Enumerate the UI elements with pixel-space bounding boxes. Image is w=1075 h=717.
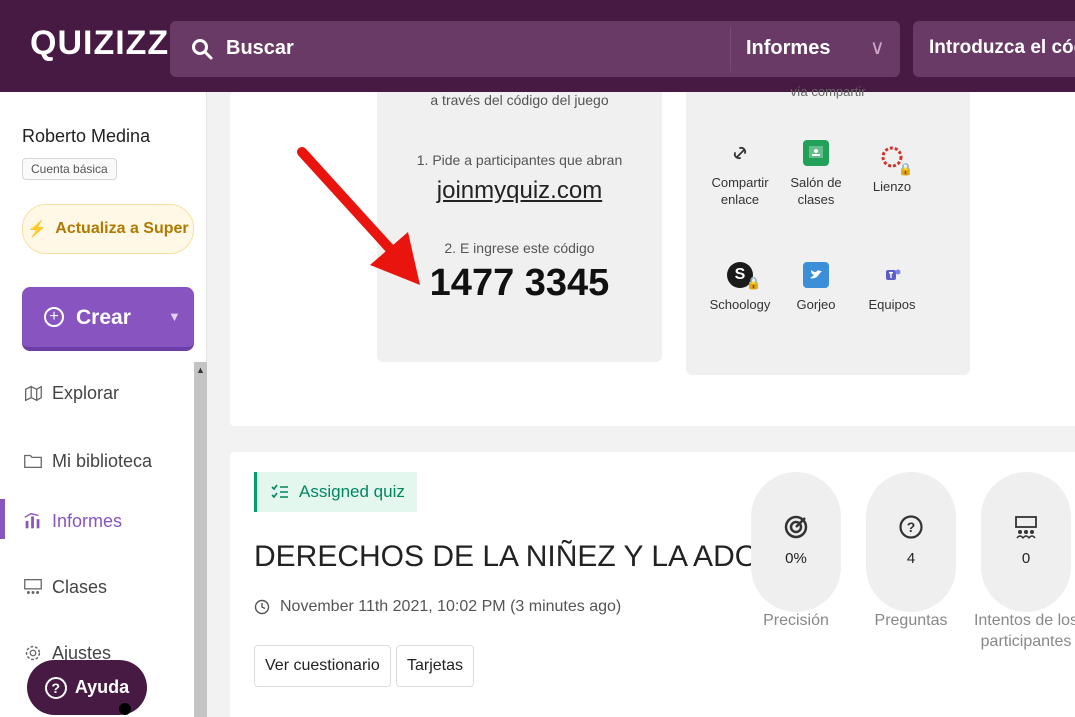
join-code-placeholder: Introduzca el código: [929, 37, 1075, 58]
share-classroom-option[interactable]: Salón de clases: [776, 140, 856, 208]
sidebar-item-clases[interactable]: Clases: [22, 576, 107, 598]
account-badge: Cuenta básica: [22, 158, 117, 180]
sidebar-item-label: Clases: [52, 576, 108, 597]
twitter-icon: [803, 262, 829, 288]
user-name: Roberto Medina: [22, 126, 151, 146]
search-bar[interactable]: Buscar Informes ∨: [170, 21, 900, 77]
svg-text:?: ?: [907, 519, 916, 535]
schoology-icon: S 🔒: [727, 262, 761, 290]
explore-icon: [25, 385, 42, 402]
link-icon: [727, 140, 753, 166]
folder-icon: [24, 454, 42, 469]
share-option-label: Gorjeo: [796, 297, 836, 312]
red-arrow-annotation: [297, 147, 420, 285]
active-indicator: [0, 499, 5, 539]
quiz-date-text: November 11th 2021, 10:02 PM (3 minutes …: [280, 598, 622, 615]
classes-icon: [24, 579, 42, 594]
upgrade-button[interactable]: ⚡ Actualiza a Super: [22, 204, 194, 254]
quiz-card: Assigned quiz DERECHOS DE LA NIÑEZ Y LA …: [230, 452, 1075, 717]
sidebar-item-mi-biblioteca[interactable]: Mi biblioteca: [22, 450, 152, 472]
sidebar-item-explorar[interactable]: Explorar: [22, 382, 119, 404]
bolt-icon: ⚡: [27, 221, 48, 238]
share-option-label: Schoology: [709, 297, 771, 312]
checklist-icon: [271, 484, 288, 499]
share-twitter-option[interactable]: Gorjeo: [776, 262, 856, 313]
stat-attempts: 0: [981, 472, 1071, 612]
search-icon: [192, 39, 213, 60]
sidebar-item-informes[interactable]: Informes: [22, 510, 122, 532]
share-option-label: Compartir enlace: [711, 175, 769, 207]
share-teams-option[interactable]: Equipos: [852, 262, 932, 313]
teams-icon: [879, 262, 905, 288]
question-icon: ?: [898, 514, 924, 540]
share-option-label: Equipos: [868, 297, 916, 312]
share-option-label: Lienzo: [872, 179, 912, 194]
stat-label: Intentos de los participantes: [973, 612, 1075, 650]
cursor-dot: [119, 703, 131, 715]
share-panel: vía compartir Compartir enlace Salón de …: [686, 84, 970, 375]
upgrade-label: Actualiza a Super: [55, 220, 189, 237]
stat-label: Precisión: [763, 612, 829, 629]
search-divider: [730, 27, 731, 71]
stat-value: 4: [906, 550, 916, 567]
target-icon: [783, 514, 809, 540]
share-schoology-option[interactable]: S 🔒 Schoology: [700, 262, 780, 313]
quizizz-logo[interactable]: QUIZIZZ: [30, 24, 169, 63]
assigned-quiz-label: Assigned quiz: [299, 482, 405, 501]
create-label: Crear: [76, 306, 131, 329]
caret-down-icon: ▼: [168, 309, 181, 324]
sidebar-item-label: Explorar: [52, 382, 120, 403]
flashcards-button[interactable]: Tarjetas: [396, 645, 475, 687]
search-input[interactable]: Buscar: [226, 37, 294, 60]
participants-icon: [1013, 514, 1039, 540]
sidebar-item-label: Mi biblioteca: [52, 450, 153, 471]
google-classroom-icon: [803, 140, 829, 166]
lock-icon: 🔒: [898, 162, 913, 176]
sidebar: Roberto Medina Cuenta básica ⚡ Actualiza…: [0, 92, 207, 717]
help-button[interactable]: ? Ayuda: [27, 660, 147, 715]
quiz-title[interactable]: DERECHOS DE LA NIÑEZ Y LA ADOLESCENCIA: [254, 540, 754, 580]
quiz-date: November 11th 2021, 10:02 PM (3 minutes …: [254, 598, 621, 616]
chevron-down-icon[interactable]: ∨: [870, 35, 885, 60]
sidebar-item-label: Informes: [52, 510, 123, 531]
join-code-input[interactable]: Introduzca el código: [913, 21, 1075, 77]
lock-icon: 🔒: [746, 276, 761, 290]
share-option-label: Salón de clases: [790, 175, 842, 207]
clock-icon: [254, 599, 270, 615]
plus-icon: +: [44, 307, 64, 327]
share-heading: vía compartir: [790, 84, 866, 99]
stat-accuracy: 0%: [751, 472, 841, 612]
stat-questions: ? 4: [866, 472, 956, 612]
assigned-quiz-tag: Assigned quiz: [254, 472, 417, 512]
stat-value: 0: [1021, 550, 1031, 567]
reports-dropdown-label[interactable]: Informes: [746, 37, 830, 60]
share-canvas-option[interactable]: 🔒 Lienzo: [852, 144, 932, 195]
canvas-icon: 🔒: [879, 144, 913, 176]
view-quiz-button[interactable]: Ver cuestionario: [254, 645, 391, 687]
share-link-option[interactable]: Compartir enlace: [700, 140, 780, 208]
create-button[interactable]: + Crear ▼: [22, 287, 194, 351]
stat-value: 0%: [785, 550, 807, 567]
sidebar-scrollbar[interactable]: [194, 362, 207, 717]
help-icon: ?: [44, 676, 67, 699]
reports-icon: [24, 512, 40, 529]
stat-label: Preguntas: [874, 612, 948, 629]
join-instructions-top: a través del código del juego: [430, 92, 609, 108]
help-label: Ayuda: [74, 677, 130, 697]
settings-icon: [25, 645, 41, 661]
scroll-up-icon[interactable]: ▲: [196, 365, 205, 375]
top-bar: QUIZIZZ Buscar Informes ∨ Introduzca el …: [0, 0, 1075, 92]
